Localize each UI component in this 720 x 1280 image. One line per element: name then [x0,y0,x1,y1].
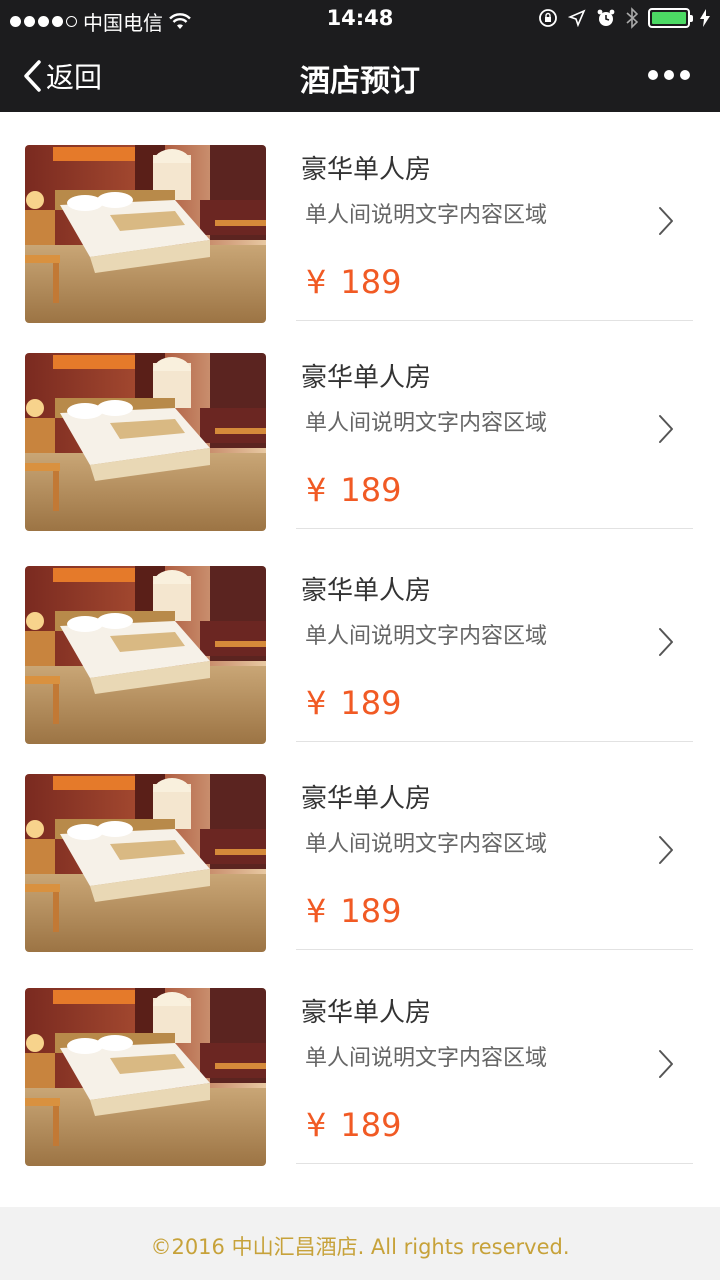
room-price: ¥189 [306,263,401,301]
price-value: 189 [340,263,402,301]
room-price: ¥189 [306,684,401,722]
chevron-right-icon [659,628,673,656]
currency-symbol: ¥ [306,471,327,509]
status-bar: 中国电信 14:48 [0,0,720,40]
room-info: 豪华单人房 单人间说明文字内容区域 ¥189 [296,774,693,950]
room-photo [25,566,266,744]
room-list-item[interactable]: 豪华单人房 单人间说明文字内容区域 ¥189 [0,566,720,746]
room-description: 单人间说明文字内容区域 [305,411,548,436]
room-info: 豪华单人房 单人间说明文字内容区域 ¥189 [296,353,693,529]
currency-symbol: ¥ [306,263,327,301]
status-right [538,7,710,29]
room-description: 单人间说明文字内容区域 [305,1046,548,1071]
price-value: 189 [340,1106,402,1144]
location-icon [568,9,586,27]
room-description: 单人间说明文字内容区域 [305,203,548,228]
copyright-text: ©2016 中山汇昌酒店. All rights reserved. [150,1235,570,1259]
room-list-item[interactable]: 豪华单人房 单人间说明文字内容区域 ¥189 [0,145,720,325]
chevron-right-icon [659,1050,673,1078]
alarm-icon [597,9,615,26]
battery-icon [648,8,693,28]
nav-bar: 返回 酒店预订 [0,40,720,112]
charging-icon [700,9,710,27]
chevron-right-icon [659,207,673,235]
room-photo [25,353,266,531]
room-name: 豪华单人房 [301,576,432,606]
price-value: 189 [340,684,402,722]
room-name: 豪华单人房 [301,155,432,185]
room-list-item[interactable]: 豪华单人房 单人间说明文字内容区域 ¥189 [0,774,720,954]
room-description: 单人间说明文字内容区域 [305,832,548,857]
page-title: 酒店预订 [300,64,420,99]
room-info: 豪华单人房 单人间说明文字内容区域 ¥189 [296,145,693,321]
price-value: 189 [340,892,402,930]
room-description: 单人间说明文字内容区域 [305,624,548,649]
price-value: 189 [340,471,402,509]
currency-symbol: ¥ [306,1106,327,1144]
room-photo [25,774,266,952]
footer: ©2016 中山汇昌酒店. All rights reserved. [0,1207,720,1280]
room-name: 豪华单人房 [301,363,432,393]
chevron-right-icon [659,836,673,864]
chevron-right-icon [659,415,673,443]
room-price: ¥189 [306,471,401,509]
room-name: 豪华单人房 [301,784,432,814]
currency-symbol: ¥ [306,684,327,722]
room-info: 豪华单人房 单人间说明文字内容区域 ¥189 [296,988,693,1164]
room-list-item[interactable]: 豪华单人房 单人间说明文字内容区域 ¥189 [0,353,720,533]
room-name: 豪华单人房 [301,998,432,1028]
room-list-item[interactable]: 豪华单人房 单人间说明文字内容区域 ¥189 [0,988,720,1168]
room-photo [25,145,266,323]
room-price: ¥189 [306,892,401,930]
more-options-button[interactable] [648,70,690,80]
room-price: ¥189 [306,1106,401,1144]
room-photo [25,988,266,1166]
bluetooth-icon [626,7,638,29]
rotation-lock-icon [539,9,557,27]
room-info: 豪华单人房 单人间说明文字内容区域 ¥189 [296,566,693,742]
currency-symbol: ¥ [306,892,327,930]
